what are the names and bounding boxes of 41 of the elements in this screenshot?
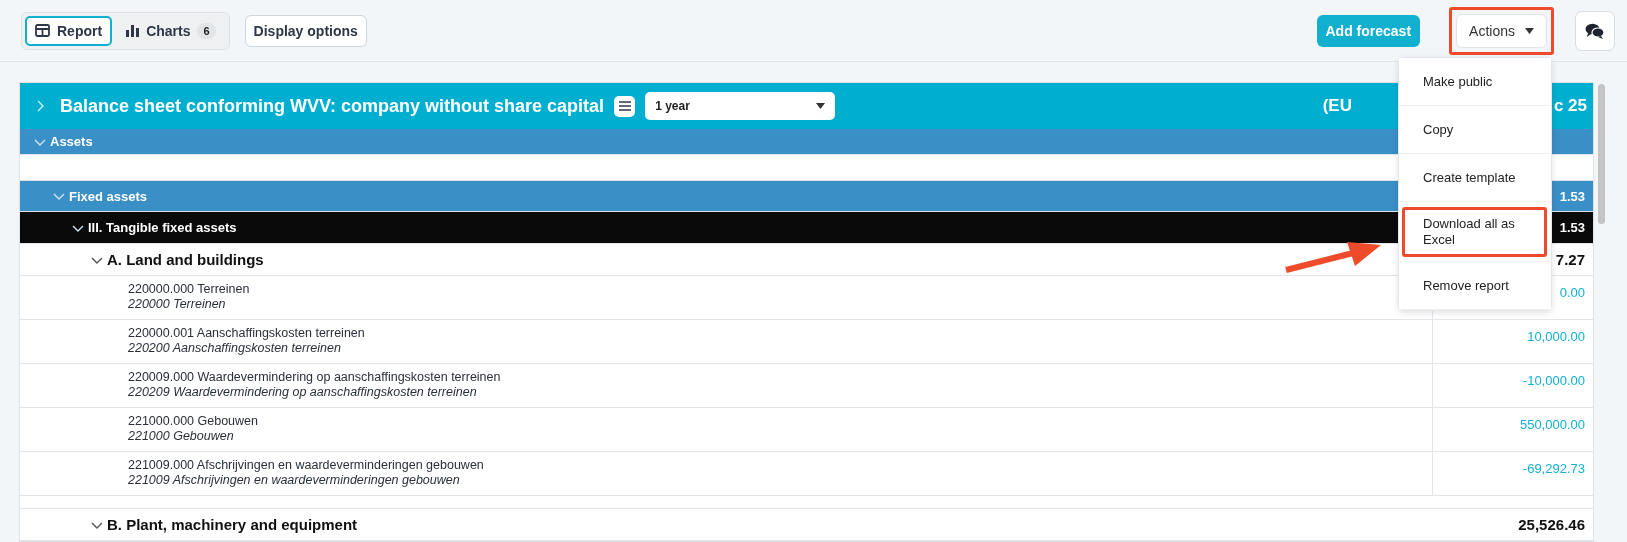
row-total: 25,526.46 [1518, 516, 1585, 533]
display-options-button[interactable]: Display options [244, 14, 367, 47]
account-code: 220209 Waardevermindering op aanschaffingskosten terreinen [128, 385, 478, 400]
caret-icon [1525, 27, 1534, 34]
row-label: A. Land and buildings [107, 251, 264, 268]
row-label: III. Tangible fixed assets [88, 220, 237, 235]
menu-item[interactable]: Make public [1399, 58, 1551, 106]
comments-button[interactable] [1575, 10, 1615, 51]
account-code: 221009 Afschrijvingen en waardeverminderingen gebouwen [128, 473, 461, 488]
view-tab[interactable]: Report [25, 15, 113, 46]
row-total: 7.27 [1555, 251, 1585, 268]
row-label: Assets [50, 134, 93, 149]
list-button[interactable] [614, 95, 636, 117]
row-label: Fixed assets [69, 188, 148, 204]
table-icon [35, 24, 50, 37]
column-heading: (EU [1322, 96, 1352, 116]
menu-item[interactable]: Download all as Excel [1399, 202, 1551, 262]
account-code: 220000 Terreinen [128, 297, 227, 312]
period-select[interactable]: 1 year [645, 92, 836, 120]
account-code: 220200 Aanschaffingskosten terreinen [128, 341, 342, 356]
caret-icon [816, 103, 826, 109]
menu-item[interactable]: Copy [1399, 106, 1551, 154]
menu-item[interactable]: Create template [1399, 154, 1551, 202]
column-heading: c 25 [1553, 96, 1587, 116]
account-name: 220009.000 Waardevermindering op aanschaffingskosten terreinen [128, 370, 502, 385]
report-title: Balance sheet conforming WVV: company without share capital [60, 95, 605, 117]
row-total: 1.53 [1559, 188, 1585, 204]
account-code: 221000 Gebouwen [128, 429, 235, 444]
chat-bubbles-icon [1585, 22, 1605, 39]
view-tab[interactable]: Charts 6 [116, 15, 226, 46]
chart-count: 6 [197, 22, 216, 39]
account-name: 220000.001 Aanschaffingskosten terreinen [128, 326, 366, 341]
row-total: 1.53 [1559, 220, 1585, 235]
menu-icon [618, 101, 631, 111]
actions-button[interactable]: Actions [1456, 13, 1547, 48]
menu-item[interactable]: Remove report [1399, 262, 1551, 310]
account-name: 221009.000 Afschrijvingen en waardeverminderingen gebouwen [128, 458, 485, 473]
row-label: B. Plant, machinery and equipment [107, 516, 358, 533]
scrollbar-drawing[interactable] [1597, 84, 1607, 224]
account-name: 221000.000 Gebouwen [128, 414, 259, 429]
bar-chart-icon [126, 24, 140, 37]
